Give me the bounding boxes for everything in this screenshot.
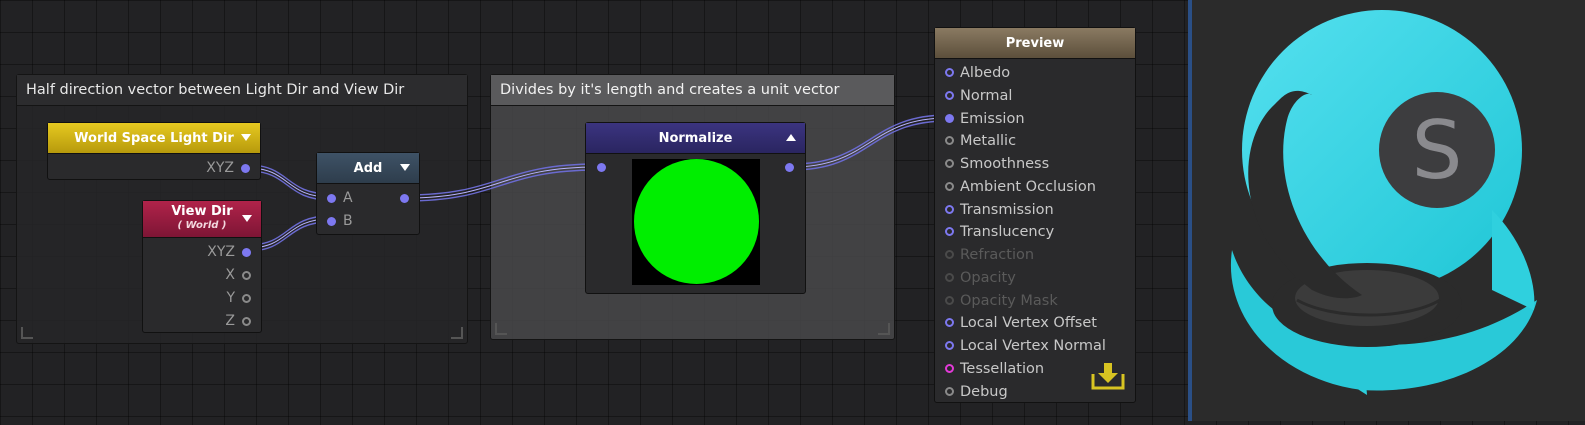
output-label-xyz: XYZ [207, 244, 235, 260]
comment-title[interactable]: Divides by it's length and creates a uni… [491, 75, 894, 106]
node-title: Preview [1005, 35, 1065, 51]
amplify-logo: S [1230, 10, 1537, 395]
input-port-emission[interactable] [945, 114, 954, 123]
input-label-ambient-occlusion: Ambient Occlusion [960, 179, 1096, 195]
collapse-arrow-icon[interactable] [400, 164, 410, 171]
node-world-space-light-dir[interactable]: World Space Light Dir XYZ [47, 122, 261, 180]
node-header[interactable]: Add [317, 153, 419, 184]
input-port-local-vertex-normal[interactable] [945, 341, 954, 350]
input-label-tessellation: Tessellation [960, 361, 1045, 377]
input-port-metallic[interactable] [945, 136, 954, 145]
input-port[interactable] [597, 163, 606, 172]
input-port-local-vertex-offset[interactable] [945, 318, 954, 327]
node-preview-output[interactable]: Preview Albedo Normal Emission Metallic … [934, 27, 1136, 403]
node-subtitle: ( World ) [177, 220, 227, 231]
resize-corner-right[interactable] [451, 327, 463, 339]
input-label-opacity-mask: Opacity Mask [960, 293, 1058, 309]
output-label-z: Z [225, 313, 235, 329]
input-port-refraction [945, 250, 954, 259]
input-label-local-vertex-normal: Local Vertex Normal [960, 338, 1106, 354]
input-port-normal[interactable] [945, 91, 954, 100]
node-header[interactable]: Preview [935, 28, 1135, 59]
collapse-arrow-icon[interactable] [241, 134, 251, 141]
input-label-metallic: Metallic [960, 133, 1017, 149]
input-label-refraction: Refraction [960, 247, 1035, 263]
input-port-opacity-mask [945, 296, 954, 305]
collapse-arrow-icon[interactable] [242, 215, 252, 222]
node-preview [632, 159, 760, 285]
input-label-transmission: Transmission [960, 202, 1054, 218]
output-port[interactable] [785, 163, 794, 172]
node-header[interactable]: View Dir ( World ) [143, 201, 261, 238]
download-save-icon[interactable] [1090, 360, 1126, 392]
input-label-emission: Emission [960, 111, 1025, 127]
input-port-albedo[interactable] [945, 68, 954, 77]
output-port-x[interactable] [242, 271, 251, 280]
node-title: View Dir [171, 204, 233, 219]
input-port-transmission[interactable] [945, 205, 954, 214]
input-label-normal: Normal [960, 88, 1013, 104]
input-port-opacity [945, 273, 954, 282]
node-title: Normalize [658, 130, 733, 146]
comment-title[interactable]: Half direction vector between Light Dir … [17, 75, 467, 106]
node-title: Add [353, 160, 383, 176]
input-label-smoothness: Smoothness [960, 156, 1050, 172]
node-header[interactable]: World Space Light Dir [48, 123, 260, 154]
input-port-ambient-occlusion[interactable] [945, 182, 954, 191]
output-port-xyz[interactable] [241, 164, 250, 173]
input-label-local-vertex-offset: Local Vertex Offset [960, 315, 1097, 331]
resize-corner-left[interactable] [495, 323, 507, 335]
input-port-debug[interactable] [945, 387, 954, 396]
input-port-b[interactable] [327, 217, 336, 226]
node-normalize[interactable]: Normalize [585, 122, 806, 294]
input-label-debug: Debug [960, 384, 1008, 400]
output-port-z[interactable] [242, 317, 251, 326]
input-port-tessellation[interactable] [945, 364, 954, 373]
preview-sphere [634, 159, 759, 284]
node-add[interactable]: Add A B [316, 152, 420, 235]
resize-corner-left[interactable] [21, 327, 33, 339]
node-view-dir[interactable]: View Dir ( World ) XYZ X Y Z [142, 200, 262, 333]
input-label-a: A [343, 190, 353, 206]
expand-arrow-icon[interactable] [786, 134, 796, 141]
input-label-opacity: Opacity [960, 270, 1016, 286]
node-header[interactable]: Normalize [586, 123, 805, 154]
input-label-translucency: Translucency [960, 224, 1055, 240]
input-port-a[interactable] [327, 194, 336, 203]
output-port-xyz[interactable] [242, 248, 251, 257]
svg-text:S: S [1412, 104, 1463, 197]
output-port-y[interactable] [242, 294, 251, 303]
resize-corner-right[interactable] [878, 323, 890, 335]
output-label-x: X [225, 267, 235, 283]
input-port-smoothness[interactable] [945, 159, 954, 168]
graph-canvas[interactable]: Half direction vector between Light Dir … [0, 0, 1188, 421]
output-port[interactable] [400, 194, 409, 203]
input-port-translucency[interactable] [945, 227, 954, 236]
output-label-y: Y [226, 290, 235, 306]
input-label-albedo: Albedo [960, 65, 1011, 81]
node-title: World Space Light Dir [74, 130, 234, 146]
input-label-b: B [343, 213, 353, 229]
logo-panel: S [1192, 0, 1585, 421]
output-label-xyz: XYZ [206, 160, 234, 176]
